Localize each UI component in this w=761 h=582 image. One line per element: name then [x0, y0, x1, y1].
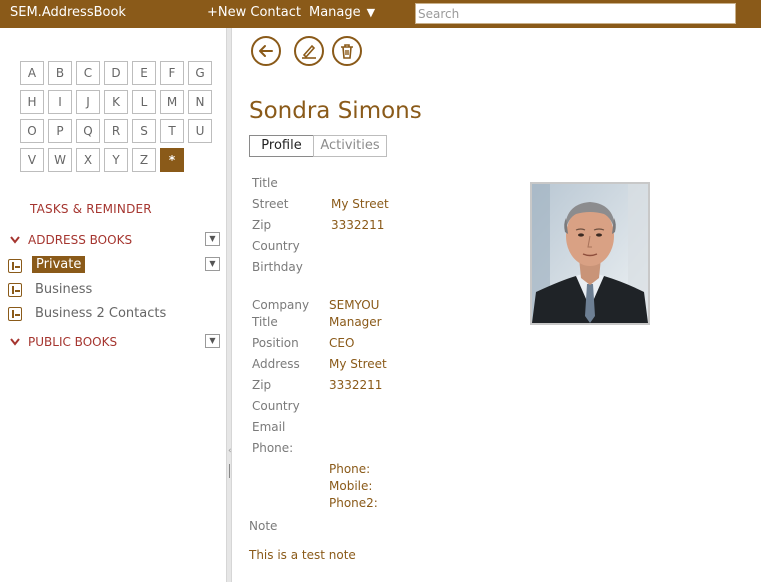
- trash-icon: [341, 44, 353, 59]
- address-value: My Street: [329, 357, 387, 371]
- zip-value: 3332211: [331, 218, 385, 232]
- pencil-icon: [302, 44, 316, 59]
- letter-button-v[interactable]: V: [20, 148, 44, 172]
- mobile-sub-label: Mobile:: [329, 479, 373, 493]
- letter-button-e[interactable]: E: [132, 61, 156, 85]
- business-zip-value: 3332211: [329, 378, 383, 392]
- position-value: CEO: [329, 336, 355, 350]
- letter-button-d[interactable]: D: [104, 61, 128, 85]
- letter-button-x[interactable]: X: [76, 148, 100, 172]
- delete-button[interactable]: [332, 36, 362, 66]
- tab-profile[interactable]: Profile: [249, 135, 314, 157]
- chevron-down-icon: [10, 236, 22, 247]
- letter-button-u[interactable]: U: [188, 119, 212, 143]
- letter-button-j[interactable]: J: [76, 90, 100, 114]
- letter-button-c[interactable]: C: [76, 61, 100, 85]
- manage-menu[interactable]: Manage ▼: [309, 5, 375, 20]
- letter-button-h[interactable]: H: [20, 90, 44, 114]
- address-book-icon: [8, 283, 22, 297]
- arrow-left-icon: [259, 45, 273, 57]
- letter-button-f[interactable]: F: [160, 61, 184, 85]
- letter-button-all[interactable]: *: [160, 148, 184, 172]
- birthday-label: Birthday: [252, 260, 303, 274]
- tab-activities[interactable]: Activities: [313, 135, 387, 157]
- address-label: Address: [252, 357, 300, 371]
- person-portrait: [532, 184, 648, 323]
- letter-button-z[interactable]: Z: [132, 148, 156, 172]
- letter-button-i[interactable]: I: [48, 90, 72, 114]
- letter-button-k[interactable]: K: [104, 90, 128, 114]
- business-country-label: Country: [252, 399, 300, 413]
- top-bar: SEM.AddressBook +New Contact Manage ▼: [0, 0, 761, 28]
- address-book-icon: [8, 307, 22, 321]
- public-books-header[interactable]: PUBLIC BOOKS: [10, 335, 117, 349]
- country-label: Country: [252, 239, 300, 253]
- business-zip-label: Zip: [252, 378, 272, 392]
- address-books-label: ADDRESS BOOKS: [28, 233, 133, 247]
- letter-button-r[interactable]: R: [104, 119, 128, 143]
- contact-name: Sondra Simons: [249, 98, 422, 124]
- note-label: Note: [249, 519, 278, 533]
- book-label: Business 2 Contacts: [35, 306, 167, 321]
- address-books-dropdown-button[interactable]: ▼: [205, 232, 220, 246]
- letter-button-p[interactable]: P: [48, 119, 72, 143]
- new-contact-button[interactable]: +New Contact: [207, 5, 301, 20]
- business-title-value: Manager: [329, 315, 382, 329]
- edit-button[interactable]: [294, 36, 324, 66]
- public-books-dropdown-button[interactable]: ▼: [205, 334, 220, 348]
- zip-label: Zip: [252, 218, 272, 232]
- address-books-header[interactable]: ADDRESS BOOKS: [10, 233, 132, 247]
- tasks-reminder-link[interactable]: TASKS & REMINDER: [30, 202, 152, 216]
- title-label: Title: [252, 176, 278, 190]
- letter-button-g[interactable]: G: [188, 61, 212, 85]
- chevron-down-icon: [10, 338, 22, 349]
- book-label: Private: [32, 256, 86, 273]
- note-value: This is a test note: [249, 548, 356, 562]
- letter-button-t[interactable]: T: [160, 119, 184, 143]
- app-window: SEM.AddressBook +New Contact Manage ▼ A B…: [0, 0, 761, 582]
- email-label: Email: [252, 420, 286, 434]
- sidebar: A B C D E F G H I J K L M N O P Q R S T …: [0, 28, 226, 582]
- letter-button-a[interactable]: A: [20, 61, 44, 85]
- phone-label: Phone:: [252, 441, 294, 455]
- letter-button-m[interactable]: M: [160, 90, 184, 114]
- company-label: Company: [252, 298, 310, 312]
- letter-button-q[interactable]: Q: [76, 119, 100, 143]
- letter-button-n[interactable]: N: [188, 90, 212, 114]
- manage-label: Manage: [309, 5, 361, 20]
- phone-sub-label: Phone:: [329, 462, 371, 476]
- business-title-label: Title: [252, 315, 278, 329]
- book-label: Business: [35, 282, 93, 297]
- street-value: My Street: [331, 197, 389, 211]
- letter-button-b[interactable]: B: [48, 61, 72, 85]
- search-input[interactable]: [415, 3, 736, 24]
- letter-button-l[interactable]: L: [132, 90, 156, 114]
- letter-button-w[interactable]: W: [48, 148, 72, 172]
- app-title[interactable]: SEM.AddressBook: [10, 5, 126, 20]
- letter-button-o[interactable]: O: [20, 119, 44, 143]
- caret-down-icon: ▼: [366, 6, 376, 19]
- splitter-grip: [229, 464, 230, 478]
- contact-detail: Sondra Simons Profile Activities Title S…: [232, 28, 761, 582]
- address-book-icon: [8, 259, 22, 273]
- back-button[interactable]: [251, 36, 281, 66]
- letter-button-y[interactable]: Y: [104, 148, 128, 172]
- street-label: Street: [252, 197, 289, 211]
- letter-button-s[interactable]: S: [132, 119, 156, 143]
- book-private-dropdown-button[interactable]: ▼: [205, 257, 220, 271]
- position-label: Position: [252, 336, 299, 350]
- company-value: SEMYOU: [329, 298, 380, 312]
- phone2-sub-label: Phone2:: [329, 496, 378, 510]
- public-books-label: PUBLIC BOOKS: [28, 335, 118, 349]
- contact-photo: [530, 182, 650, 325]
